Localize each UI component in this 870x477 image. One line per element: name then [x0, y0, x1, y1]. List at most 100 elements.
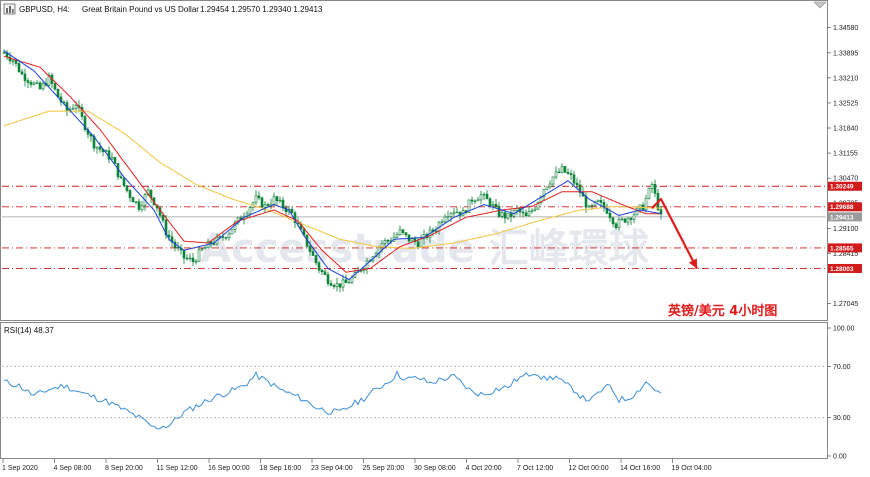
candle-body	[74, 105, 78, 109]
candle-body	[470, 199, 474, 202]
candle-body	[185, 257, 189, 260]
candle-body	[527, 211, 531, 217]
candle-body	[503, 212, 507, 219]
chart-canvas[interactable]: GBPUSD, H4: Great Britain Pound vs US Do…	[0, 0, 870, 477]
candle-body	[476, 199, 480, 202]
candle-body	[383, 240, 387, 244]
candle-body	[650, 184, 654, 189]
candle-body	[449, 212, 453, 217]
candle-body	[278, 199, 282, 202]
candle-body	[524, 212, 528, 217]
candle-body	[608, 212, 612, 219]
candle-body	[140, 205, 144, 210]
candle-body	[341, 279, 345, 288]
candle-body	[314, 255, 318, 264]
price-chip-label: 1.29413	[830, 214, 854, 221]
time-axis: 1 Sep 2020 4 Sep 08:00 8 Sep 20:00 11 Sep 1…	[2, 459, 712, 472]
candle-body	[281, 199, 285, 208]
candle-body	[485, 193, 489, 200]
candle-body	[554, 171, 558, 178]
candle-body	[119, 176, 123, 179]
time-tick-label: 4 Sep 08:00	[54, 465, 92, 472]
chart-menu-icon[interactable]	[3, 3, 16, 15]
candle-body	[221, 236, 225, 238]
candle-body	[611, 217, 615, 225]
candle-body	[590, 204, 594, 207]
candle-body	[548, 183, 552, 188]
candle-body	[557, 171, 561, 173]
candle-body	[260, 197, 264, 208]
main-chart-frame	[0, 0, 828, 321]
watermark: Accesstrade 汇峰環球	[200, 226, 650, 272]
candle-body	[398, 229, 402, 235]
candle-body	[323, 271, 327, 275]
candle-body	[533, 208, 537, 211]
time-tick-label: 25 Sep 20:00	[363, 465, 405, 472]
candle-body	[551, 176, 555, 185]
candle-body	[614, 223, 618, 229]
candle-body	[569, 173, 573, 176]
candle-body	[497, 205, 501, 217]
candle-body	[599, 199, 603, 203]
candle-body	[203, 247, 207, 250]
candle-body	[455, 211, 459, 214]
time-tick-label: 14 Oct 16:00	[620, 465, 660, 472]
symbol-description: Great Britain Pound vs US Dollar	[82, 5, 199, 14]
candle-body	[134, 201, 138, 203]
candle-body	[509, 213, 513, 217]
rsi-panel-frame	[0, 322, 828, 459]
time-tick-label: 16 Sep 00:00	[208, 465, 250, 472]
price-tick-label: 1.31840	[833, 126, 858, 133]
candle-body	[26, 80, 30, 83]
price-chip-label: 1.28003	[830, 266, 854, 273]
rsi-tick-label: 70.00	[833, 364, 851, 371]
candle-body	[137, 201, 141, 210]
time-tick-label: 19 Oct 04:00	[672, 465, 712, 472]
candle-body	[359, 270, 363, 272]
candle-body	[623, 218, 627, 223]
candle-body	[647, 188, 651, 199]
candle-body	[443, 216, 447, 223]
price-chip-label: 1.28565	[830, 245, 854, 252]
candle-body	[254, 195, 258, 204]
candle-body	[545, 186, 549, 190]
candle-body	[167, 234, 171, 238]
candle-body	[125, 185, 129, 191]
candle-body	[194, 260, 198, 263]
candle-body	[500, 212, 504, 217]
time-tick-label: 1 Sep 2020	[2, 465, 38, 472]
candle-body	[257, 195, 261, 199]
time-tick-label: 11 Sep 12:00	[157, 465, 198, 472]
price-tick-label: 1.33210	[833, 75, 858, 82]
candle-body	[629, 217, 633, 220]
candle-body	[617, 219, 621, 229]
candle-body	[122, 177, 126, 186]
price-chip-label: 1.30249	[830, 184, 854, 191]
rsi-tick-label: 30.00	[833, 415, 851, 422]
candle-body	[347, 282, 351, 284]
candle-body	[494, 203, 498, 207]
candle-body	[563, 166, 567, 173]
candle-body	[404, 232, 408, 236]
rsi-tick-label: 0.00	[833, 454, 847, 461]
candle-body	[248, 207, 252, 215]
candle-body	[29, 82, 33, 85]
candle-body	[434, 230, 438, 233]
candle-body	[35, 82, 39, 84]
candle-body	[98, 146, 102, 150]
candle-body	[197, 249, 201, 262]
candle-body	[395, 234, 399, 238]
candle-body	[521, 211, 525, 214]
rsi-label: RSI(14) 48.37	[4, 326, 54, 335]
candle-body	[53, 83, 57, 90]
candle-body	[530, 209, 534, 212]
price-tick-label: 1.31155	[833, 151, 858, 158]
candle-body	[41, 83, 45, 90]
candle-body	[626, 217, 630, 223]
candle-body	[200, 248, 204, 251]
candle-body	[110, 157, 114, 160]
candle-body	[182, 249, 186, 259]
candle-body	[338, 283, 342, 288]
candle-body	[32, 82, 36, 85]
symbol-label: GBPUSD, H4:	[19, 5, 70, 14]
